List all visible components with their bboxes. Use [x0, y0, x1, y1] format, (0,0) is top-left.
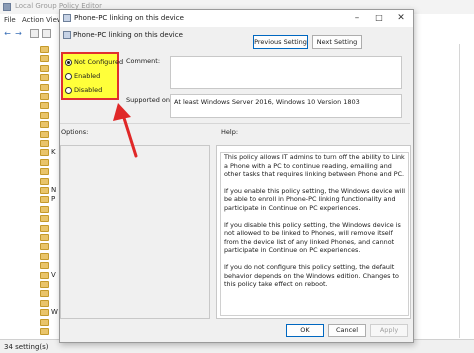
status-text: 34 setting(s): [4, 343, 49, 351]
radio-button-checked[interactable]: [65, 59, 72, 66]
options-label: Options:: [61, 128, 89, 136]
section-divider: [60, 123, 410, 124]
policy-editor-icon: [3, 3, 11, 11]
configuration-radio-group: Not Configured Enabled Disabled: [61, 52, 123, 100]
help-paragraph: If you do not configure this policy sett…: [224, 262, 399, 289]
folder-icon[interactable]: [40, 177, 49, 185]
options-panel: [60, 145, 210, 319]
minimize-icon[interactable]: –: [350, 12, 364, 24]
supported-on-field: At least Windows Server 2016, Windows 10…: [170, 94, 402, 118]
previous-setting-button[interactable]: Previous Setting: [253, 35, 308, 49]
radio-button[interactable]: [65, 73, 72, 80]
tree-item-label[interactable]: K: [51, 148, 56, 156]
tree-item-label[interactable]: V: [51, 271, 56, 279]
folder-icon[interactable]: [40, 252, 49, 260]
help-paragraph: This policy allows IT admins to turn off…: [224, 153, 405, 179]
folder-icon[interactable]: [40, 111, 49, 119]
help-text: This policy allows IT admins to turn off…: [224, 153, 407, 297]
setting-heading: Phone-PC linking on this device: [73, 31, 183, 39]
next-setting-button[interactable]: Next Setting: [312, 35, 362, 49]
help-panel: This policy allows IT admins to turn off…: [216, 145, 411, 319]
show-hide-tree-icon[interactable]: [30, 29, 39, 38]
folder-icon[interactable]: [40, 234, 49, 241]
folder-up-icon[interactable]: [42, 29, 51, 38]
folder-icon[interactable]: [40, 93, 49, 100]
folder-icon[interactable]: [40, 158, 49, 166]
supported-on-value: At least Windows Server 2016, Windows 10…: [174, 98, 360, 106]
menu-file[interactable]: File: [4, 16, 16, 24]
dialog-title: Phone-PC linking on this device: [74, 14, 184, 22]
maximize-icon[interactable]: □: [372, 12, 386, 24]
folder-icon[interactable]: [40, 83, 49, 91]
supported-on-label: Supported on:: [126, 96, 173, 104]
folder-icon[interactable]: [40, 46, 49, 53]
radio-label: Disabled: [74, 86, 103, 94]
dialog-titlebar: Phone-PC linking on this device – □ ✕: [60, 10, 413, 27]
folder-icon[interactable]: [40, 196, 49, 204]
folder-icon[interactable]: [40, 224, 49, 232]
help-paragraph: If you disable this policy setting, the …: [224, 220, 401, 255]
radio-disabled[interactable]: Disabled: [65, 85, 119, 97]
tree-pane: K NP V W: [0, 44, 60, 338]
help-paragraph: If you enable this policy setting, the W…: [224, 186, 406, 212]
folder-icon[interactable]: [40, 74, 49, 82]
folder-icon[interactable]: [40, 55, 49, 63]
folder-icon[interactable]: [40, 140, 49, 147]
folder-icon[interactable]: [40, 309, 49, 317]
folder-icon[interactable]: [40, 205, 49, 213]
folder-icon[interactable]: [40, 243, 49, 251]
comment-textarea[interactable]: [170, 56, 402, 89]
tree-item-label[interactable]: P: [51, 195, 55, 203]
help-text-area[interactable]: This policy allows IT admins to turn off…: [220, 152, 409, 316]
setting-icon: [63, 14, 71, 22]
folder-icon[interactable]: [40, 215, 49, 223]
radio-not-configured[interactable]: Not Configured: [65, 57, 123, 69]
tree-item-label[interactable]: N: [51, 186, 56, 194]
forward-arrow-icon[interactable]: →: [14, 29, 23, 38]
folder-icon[interactable]: [40, 149, 49, 157]
close-icon[interactable]: ✕: [394, 12, 408, 24]
help-label: Help:: [221, 128, 239, 136]
folder-icon[interactable]: [40, 281, 49, 288]
folder-icon[interactable]: [40, 121, 49, 129]
ok-button[interactable]: OK: [286, 324, 324, 337]
cancel-button[interactable]: Cancel: [328, 324, 366, 337]
radio-button[interactable]: [65, 87, 72, 94]
comment-label: Comment:: [126, 57, 161, 65]
tree-item-label[interactable]: W: [51, 308, 58, 316]
radio-label: Not Configured: [74, 58, 124, 66]
apply-button[interactable]: Apply: [370, 324, 408, 337]
folder-icon[interactable]: [40, 318, 49, 326]
back-arrow-icon[interactable]: ←: [3, 29, 12, 38]
pane-divider: [459, 44, 460, 338]
radio-label: Enabled: [74, 72, 101, 80]
folder-icon[interactable]: [40, 187, 49, 194]
folder-icon[interactable]: [40, 102, 49, 110]
folder-icon[interactable]: [40, 328, 49, 335]
folder-icon[interactable]: [40, 290, 49, 298]
folder-icon[interactable]: [40, 262, 49, 270]
folder-icon[interactable]: [40, 130, 49, 138]
folder-icon[interactable]: [40, 64, 49, 72]
folder-icon[interactable]: [40, 299, 49, 307]
radio-enabled[interactable]: Enabled: [65, 71, 119, 83]
folder-icon[interactable]: [40, 271, 49, 279]
folder-icon[interactable]: [40, 168, 49, 176]
menu-action[interactable]: Action: [22, 16, 44, 24]
setting-heading-icon: [63, 31, 71, 39]
